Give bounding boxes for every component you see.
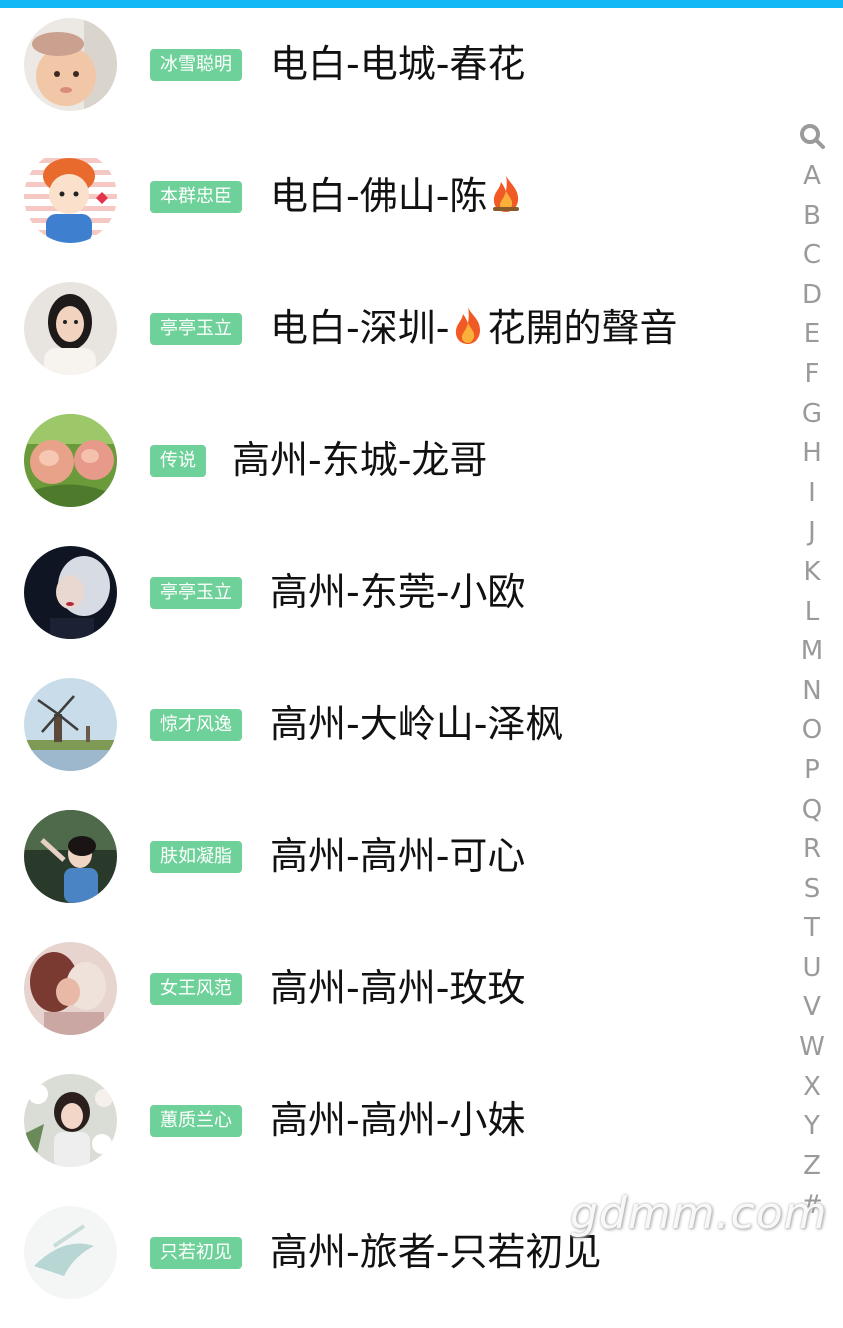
index-letter[interactable]: Y [795,1107,829,1147]
member-name: 高州-东城-龙哥 [232,438,488,482]
member-title-badge: 肤如凝脂 [150,841,242,873]
member-title-badge: 蕙质兰心 [150,1105,242,1137]
index-letter[interactable]: H [795,434,829,474]
index-letter[interactable]: P [795,751,829,791]
index-letter[interactable]: U [795,949,829,989]
list-item[interactable]: 肤如凝脂 高州-高州-可心 [0,800,790,932]
avatar[interactable] [24,546,117,639]
member-title-badge: 亭亭玉立 [150,313,242,345]
avatar[interactable] [24,810,117,903]
index-letter[interactable]: N [795,672,829,712]
index-letter[interactable]: T [795,909,829,949]
member-name: 高州-高州-小妹 [270,1098,526,1142]
avatar[interactable] [24,414,117,507]
member-title-badge: 只若初见 [150,1237,242,1269]
avatar[interactable] [24,678,117,771]
index-letter[interactable]: E [795,315,829,355]
avatar[interactable] [24,282,117,375]
index-letter[interactable]: M [795,632,829,672]
avatar[interactable] [24,942,117,1035]
fire-icon [456,307,481,344]
member-name: 电白-电城-春花 [270,42,526,86]
avatar[interactable] [24,1074,117,1167]
index-letter[interactable]: Z [795,1147,829,1187]
member-name: 高州-高州-可心 [270,834,526,878]
member-title-badge: 冰雪聪明 [150,49,242,81]
index-letter[interactable]: L [795,593,829,633]
index-letter[interactable]: I [795,474,829,514]
member-title-badge: 本群忠臣 [150,181,242,213]
index-letter[interactable]: S [795,870,829,910]
list-item[interactable]: 亭亭玉立 电白-深圳- 花開的聲音 [0,272,790,404]
list-item[interactable]: 本群忠臣 电白-佛山-陈 [0,140,790,272]
member-name: 电白-深圳- 花開的聲音 [270,306,678,350]
list-item[interactable]: 女王风范 高州-高州-玫玫 [0,932,790,1064]
list-item[interactable]: 蕙质兰心 高州-高州-小妹 [0,1064,790,1196]
index-letter[interactable]: W [795,1028,829,1068]
index-letter[interactable]: K [795,553,829,593]
avatar[interactable] [24,18,117,111]
site-watermark: gdmm.com [570,1188,828,1239]
member-title-badge: 亭亭玉立 [150,577,242,609]
member-name: 电白-佛山-陈 [270,170,525,222]
member-name: 高州-高州-玫玫 [270,966,526,1010]
index-letter[interactable]: C [795,236,829,276]
index-letter[interactable]: D [795,276,829,316]
index-letter[interactable]: Q [795,791,829,831]
top-accent-bar [0,0,843,8]
index-letter[interactable]: J [795,513,829,553]
member-name: 高州-大岭山-泽枫 [270,702,564,746]
fire-icon [493,175,520,212]
index-letter[interactable]: R [795,830,829,870]
member-name: 高州-东莞-小欧 [270,570,526,614]
index-letter[interactable]: X [795,1068,829,1108]
list-item[interactable]: 亭亭玉立 高州-东莞-小欧 [0,536,790,668]
index-letter[interactable]: A [795,157,829,197]
index-letter[interactable]: F [795,355,829,395]
index-letter[interactable]: B [795,197,829,237]
member-list: 冰雪聪明 电白-电城-春花 本群忠臣 电白-佛山-陈 亭亭玉立 电白-深圳- 花… [0,8,790,1328]
list-item[interactable]: 传说 高州-东城-龙哥 [0,404,790,536]
alphabet-index-bar[interactable]: A B C D E F G H I J K L M N O P Q R S T … [795,118,829,1226]
list-item[interactable]: 惊才风逸 高州-大岭山-泽枫 [0,668,790,800]
index-letter[interactable]: O [795,711,829,751]
index-letter[interactable]: V [795,988,829,1028]
avatar[interactable] [24,1206,117,1299]
avatar[interactable] [24,150,117,243]
member-title-badge: 女王风范 [150,973,242,1005]
search-icon[interactable] [795,118,829,157]
member-title-badge: 惊才风逸 [150,709,242,741]
member-name: 高州-旅者-只若初见 [270,1230,602,1274]
list-item[interactable]: 冰雪聪明 电白-电城-春花 [0,8,790,140]
member-title-badge: 传说 [150,445,206,477]
index-letter[interactable]: G [795,395,829,435]
